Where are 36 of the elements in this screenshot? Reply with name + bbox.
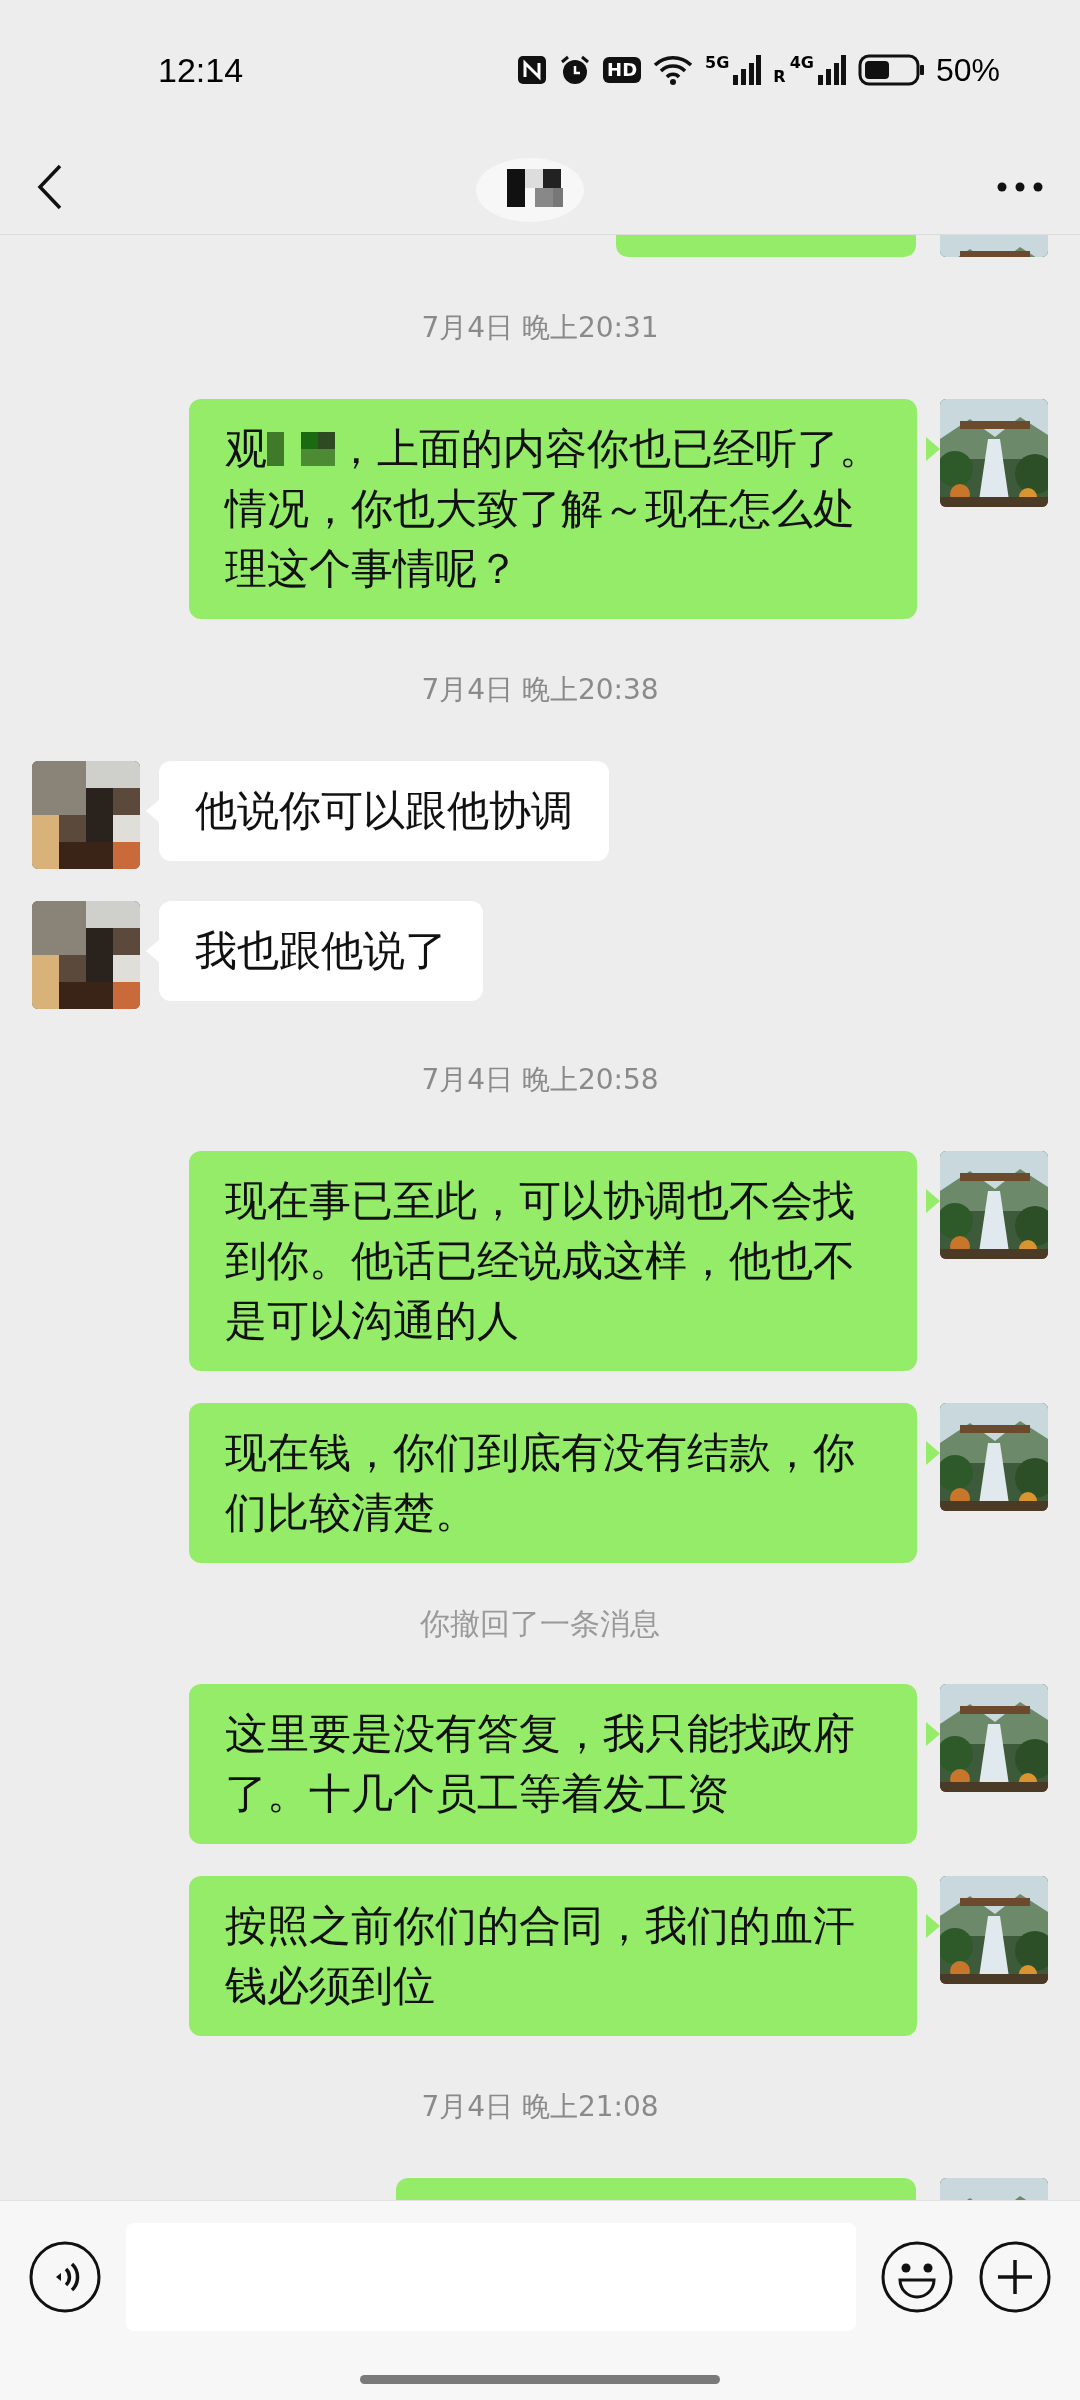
network-label: 5G bbox=[705, 55, 730, 71]
battery-icon bbox=[857, 54, 924, 86]
hd-badge: HD bbox=[603, 57, 642, 83]
plus-icon[interactable] bbox=[978, 2240, 1052, 2314]
message-text: 这里要是没有答复，我只能找政府了。十几个员工等着发工资 bbox=[225, 1708, 856, 1820]
bubble-tail bbox=[926, 1914, 940, 1938]
battery-percent: 50% bbox=[935, 51, 1000, 90]
clock: 12:14 bbox=[158, 49, 244, 91]
more-icon[interactable] bbox=[996, 181, 1044, 193]
back-icon[interactable] bbox=[36, 163, 64, 211]
message-text: 观 bbox=[225, 423, 267, 475]
message-text: 我也跟他说了 bbox=[195, 925, 447, 977]
timestamp: 7月4日 晚上21:08 bbox=[421, 2089, 659, 2125]
signal-icon bbox=[733, 55, 762, 85]
bubble-tail bbox=[926, 1722, 940, 1746]
timestamp: 7月4日 晚上20:31 bbox=[421, 310, 659, 346]
emoji-icon[interactable] bbox=[880, 2240, 954, 2314]
message-text: 现在钱，你们到底有没有结款，你们比较清楚。 bbox=[225, 1427, 856, 1539]
roaming-label: R bbox=[773, 69, 786, 85]
timestamp: 7月4日 晚上20:58 bbox=[421, 1062, 659, 1098]
message-text: 情况，你也大致了解～现在怎么处理这个事情呢？ bbox=[225, 483, 856, 595]
message-text: 按照之前你们的合同，我们的血汗钱必须到位 bbox=[225, 1900, 856, 2012]
bubble-tail bbox=[926, 1441, 940, 1465]
voice-icon[interactable] bbox=[28, 2240, 102, 2314]
recall-notice: 你撤回了一条消息 bbox=[420, 1605, 660, 1643]
nfc-icon bbox=[517, 55, 548, 85]
message-text: ，上面的内容你也已经听了。 bbox=[335, 423, 881, 475]
bubble-tail bbox=[926, 1189, 940, 1213]
message-text: 现在事已至此，可以协调也不会找到你。他话已经说成这样，他也不是可以沟通的人 bbox=[225, 1175, 856, 1347]
timestamp: 7月4日 晚上20:38 bbox=[421, 672, 659, 708]
signal-icon bbox=[817, 55, 846, 85]
network-label: 4G bbox=[789, 55, 814, 71]
bubble-tail bbox=[926, 437, 940, 461]
wifi-icon bbox=[653, 55, 694, 85]
message-text: 他说你可以跟他协调 bbox=[195, 785, 573, 837]
alarm-icon bbox=[559, 54, 592, 86]
